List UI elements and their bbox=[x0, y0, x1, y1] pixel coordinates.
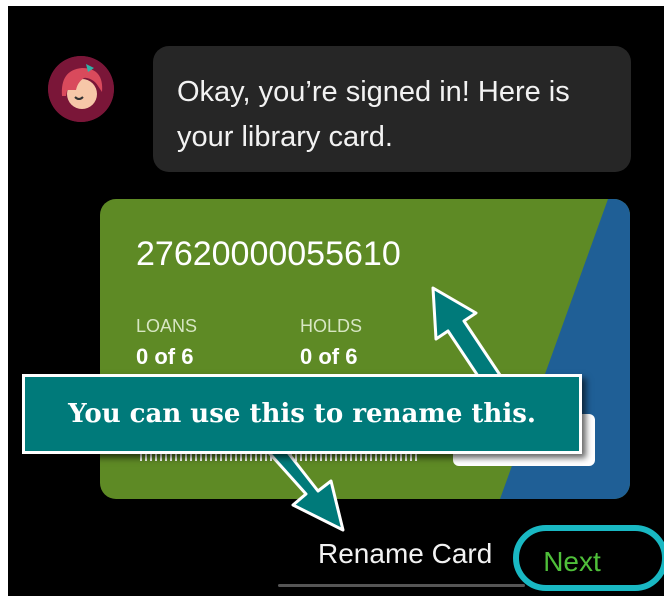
app-screen: Okay, you’re signed in! Here is your lib… bbox=[8, 6, 664, 596]
libby-avatar-icon bbox=[48, 56, 114, 122]
holds-value: 0 of 6 bbox=[300, 344, 358, 369]
library-card[interactable]: 27620000055610 LOANS 0 of 6 HOLDS 0 of 6 bbox=[100, 199, 630, 499]
chat-message: Okay, you’re signed in! Here is your lib… bbox=[177, 76, 570, 153]
card-number: 27620000055610 bbox=[136, 235, 401, 273]
loans-value: 0 of 6 bbox=[136, 344, 194, 369]
chat-bubble: Okay, you’re signed in! Here is your lib… bbox=[153, 46, 631, 172]
annotation-text: You can use this to rename this. bbox=[68, 399, 536, 429]
rename-card-button[interactable]: Rename Card bbox=[318, 538, 492, 570]
next-button[interactable]: Next bbox=[528, 542, 616, 582]
home-indicator bbox=[278, 584, 525, 587]
holds-label: HOLDS bbox=[300, 316, 363, 336]
loans-label: LOANS bbox=[136, 316, 198, 336]
annotation-callout: You can use this to rename this. bbox=[22, 374, 582, 454]
